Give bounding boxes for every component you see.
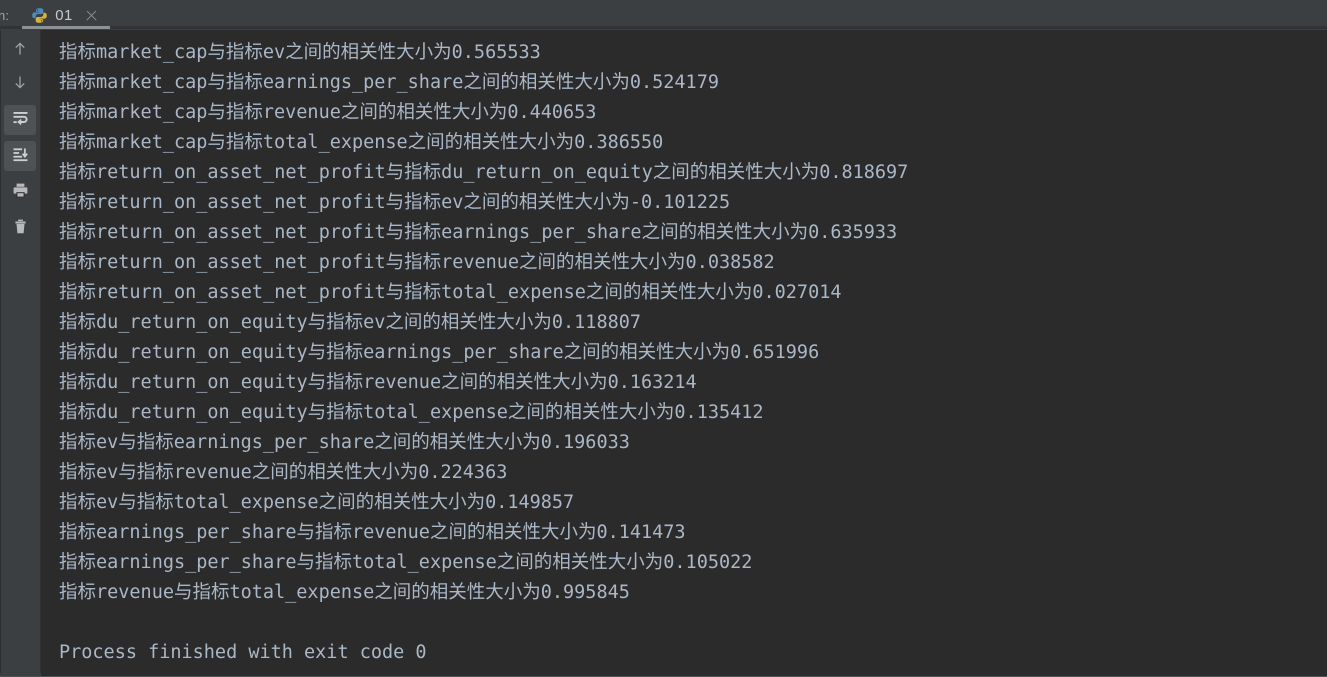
arrow-down-icon <box>11 73 29 95</box>
console-line: 指标return_on_asset_net_profit与指标du_return… <box>59 162 909 183</box>
run-tool-window-label: n: <box>0 7 10 23</box>
console-line: 指标du_return_on_equity与指标revenue之间的相关性大小为… <box>59 372 697 393</box>
scroll-down-button[interactable] <box>4 69 36 99</box>
soft-wrap-button[interactable] <box>4 105 36 135</box>
console-line: 指标return_on_asset_net_profit与指标ev之间的相关性大… <box>59 192 731 213</box>
tab-label: 01 <box>55 6 73 24</box>
tab-active-underline <box>22 26 110 29</box>
scroll-to-end-button[interactable] <box>4 141 36 171</box>
console-line: 指标earnings_per_share与指标revenue之间的相关性大小为0… <box>59 522 686 543</box>
console-line: Process finished with exit code 0 <box>59 642 427 663</box>
printer-icon <box>11 181 30 204</box>
soft-wrap-icon <box>11 109 30 132</box>
console-line: 指标market_cap与指标revenue之间的相关性大小为0.440653 <box>59 102 597 123</box>
console-line: 指标du_return_on_equity与指标earnings_per_sha… <box>59 342 820 363</box>
console-line: 指标earnings_per_share与指标total_expense之间的相… <box>59 552 753 573</box>
console-output-panel[interactable]: 指标market_cap与指标ev之间的相关性大小为0.565533 指标mark… <box>41 30 1327 673</box>
scroll-up-button[interactable] <box>4 36 36 66</box>
console-lines: 指标market_cap与指标ev之间的相关性大小为0.565533 指标mark… <box>41 30 1327 668</box>
toolstrip-divider <box>0 30 1 677</box>
trash-icon <box>11 217 30 240</box>
scroll-to-end-icon <box>11 145 30 168</box>
tab-underline-track <box>0 26 1327 29</box>
console-line: 指标return_on_asset_net_profit与指标revenue之间… <box>59 252 775 273</box>
bottom-bar <box>0 673 1327 677</box>
console-line: 指标du_return_on_equity与指标ev之间的相关性大小为0.118… <box>59 312 642 333</box>
console-line: 指标ev与指标revenue之间的相关性大小为0.224363 <box>59 462 508 483</box>
close-icon[interactable] <box>85 9 98 22</box>
run-tool-window: n: 01 指标market_cap与指标ev之间的相关性大小为0.565533… <box>0 0 1327 677</box>
arrow-up-icon <box>11 40 29 62</box>
console-line: 指标market_cap与指标ev之间的相关性大小为0.565533 <box>59 42 541 63</box>
print-button[interactable] <box>4 177 36 207</box>
console-line: 指标revenue与指标total_expense之间的相关性大小为0.9958… <box>59 582 630 603</box>
python-file-icon <box>31 7 48 24</box>
console-line: 指标du_return_on_equity与指标total_expense之间的… <box>59 402 764 423</box>
console-toolbar <box>0 30 41 677</box>
console-line: 指标return_on_asset_net_profit与指标earnings_… <box>59 222 898 243</box>
console-line: 指标ev与指标total_expense之间的相关性大小为0.149857 <box>59 492 575 513</box>
console-line: 指标market_cap与指标total_expense之间的相关性大小为0.3… <box>59 132 664 153</box>
console-line: 指标market_cap与指标earnings_per_share之间的相关性大… <box>59 72 719 93</box>
clear-all-button[interactable] <box>4 213 36 243</box>
console-line: 指标ev与指标earnings_per_share之间的相关性大小为0.1960… <box>59 432 630 453</box>
console-line: 指标return_on_asset_net_profit与指标total_exp… <box>59 282 842 303</box>
